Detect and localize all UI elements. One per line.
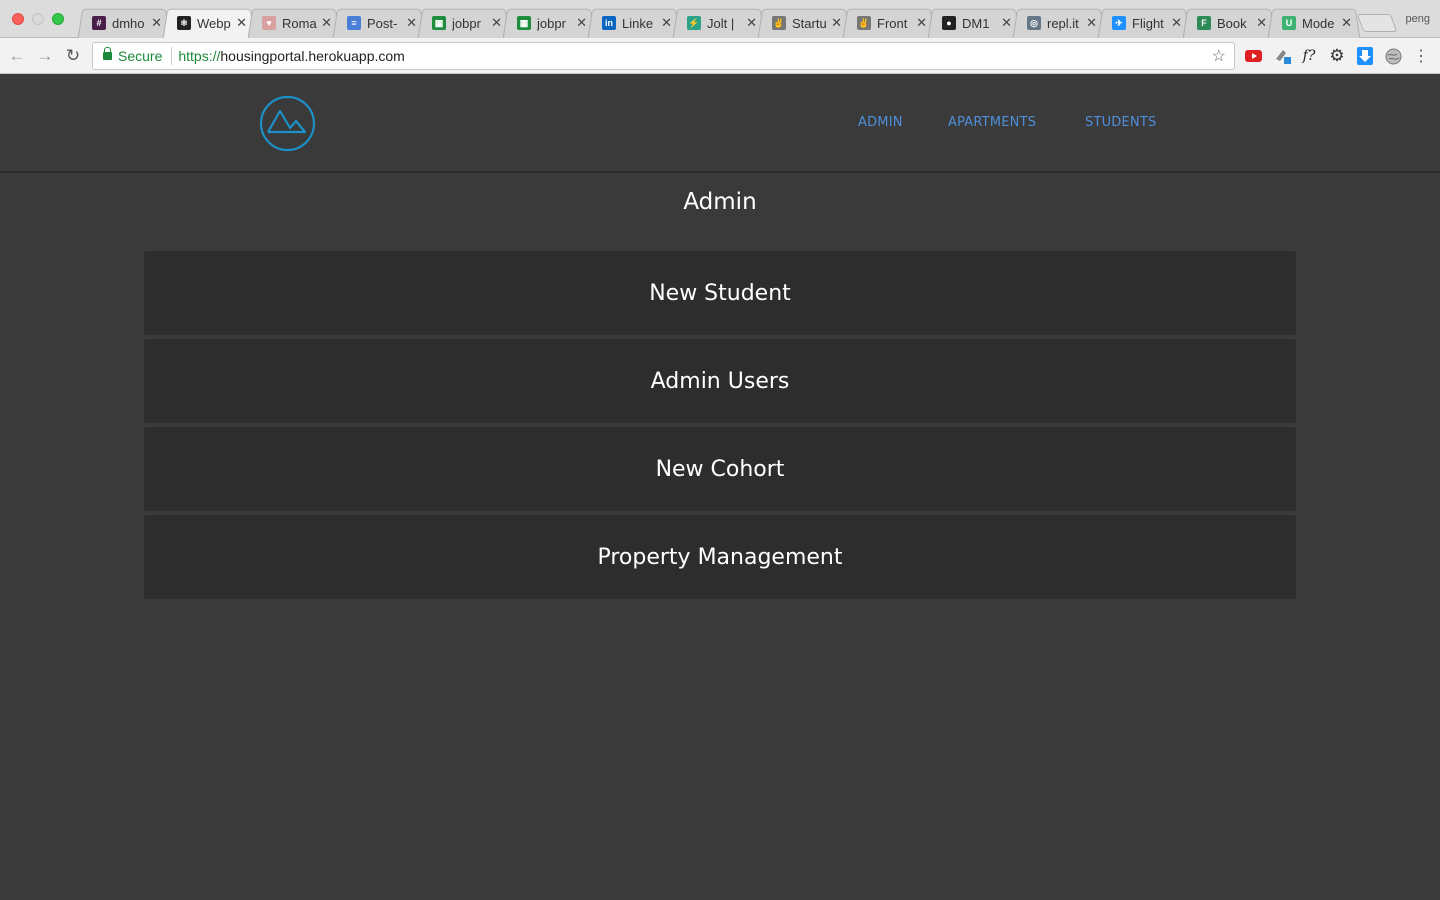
- bookmark-star-icon[interactable]: ☆: [1212, 46, 1226, 66]
- tab-title: Roma: [282, 15, 317, 31]
- tab-title: DM1: [962, 15, 990, 31]
- tab-favicon-icon: ◎: [1027, 16, 1041, 30]
- new-cohort-button[interactable]: New Cohort: [144, 427, 1296, 511]
- secure-label: Secure: [118, 48, 163, 64]
- tab-title: Startu: [792, 15, 827, 31]
- url-scheme: https://: [178, 48, 221, 64]
- tab-favicon-icon: ✈: [1112, 16, 1126, 30]
- browser-tab[interactable]: ◎ repl.it ✕: [1015, 8, 1103, 38]
- address-divider: [171, 47, 173, 65]
- tab-title: jobpr: [452, 15, 481, 31]
- tab-favicon-icon: ▦: [517, 16, 531, 30]
- tab-close-icon[interactable]: ✕: [1086, 15, 1097, 31]
- tab-title: jobpr: [537, 15, 566, 31]
- tab-title: Front: [877, 15, 908, 31]
- tab-title: Jolt |: [707, 15, 735, 31]
- function-extension-icon[interactable]: f?: [1300, 47, 1318, 65]
- address-bar[interactable]: Secure https://housingportal.herokuapp.c…: [92, 42, 1235, 70]
- tab-favicon-icon: ●: [942, 16, 956, 30]
- tab-close-icon[interactable]: ✕: [746, 15, 757, 31]
- tab-close-icon[interactable]: ✕: [1001, 15, 1012, 31]
- tab-title: Post-: [367, 15, 398, 31]
- browser-tab[interactable]: F Book ✕: [1185, 8, 1273, 38]
- tab-close-icon[interactable]: ✕: [831, 15, 842, 31]
- nav-admin[interactable]: ADMIN: [858, 115, 903, 130]
- page-title: Admin: [683, 189, 757, 215]
- browser-tab[interactable]: ✈ Flight ✕: [1100, 8, 1188, 38]
- browser-tab[interactable]: ● DM1 ✕: [930, 8, 1018, 38]
- tab-favicon-icon: F: [1197, 16, 1211, 30]
- youtube-extension-icon[interactable]: [1244, 47, 1262, 65]
- globe-extension-icon[interactable]: [1384, 47, 1402, 65]
- browser-tab[interactable]: ♥ Roma ✕: [250, 8, 338, 38]
- property-management-button[interactable]: Property Management: [144, 515, 1296, 599]
- lock-icon: [103, 47, 112, 60]
- tab-close-icon[interactable]: ✕: [151, 15, 162, 31]
- forward-icon[interactable]: →: [34, 45, 56, 67]
- new-student-button[interactable]: New Student: [144, 251, 1296, 335]
- tab-title: repl.it: [1047, 15, 1079, 31]
- tab-title: Flight: [1132, 15, 1164, 31]
- tab-close-icon[interactable]: ✕: [1171, 15, 1182, 31]
- tab-favicon-icon: ▦: [432, 16, 446, 30]
- menu-kebab-icon[interactable]: ⋮: [1412, 47, 1430, 65]
- tab-title: Linke: [622, 15, 654, 31]
- tab-close-icon[interactable]: ✕: [661, 15, 672, 31]
- browser-tab[interactable]: # dmho ✕: [80, 8, 168, 38]
- tab-favicon-icon: in: [602, 16, 616, 30]
- tab-close-icon[interactable]: ✕: [406, 15, 417, 31]
- browser-tab[interactable]: ✌ Front ✕: [845, 8, 933, 38]
- download-extension-icon[interactable]: [1356, 47, 1374, 65]
- tab-favicon-icon: ✌: [857, 16, 871, 30]
- nav-students[interactable]: STUDENTS: [1085, 115, 1156, 130]
- new-tab-button[interactable]: [1356, 14, 1398, 32]
- mountain-logo-icon[interactable]: [259, 95, 316, 152]
- tab-favicon-icon: ⚡: [687, 16, 701, 30]
- tab-close-icon[interactable]: ✕: [1256, 15, 1267, 31]
- tab-close-icon[interactable]: ✕: [1341, 15, 1352, 31]
- browser-tab[interactable]: ⚛ Webp ✕: [165, 8, 253, 38]
- tab-favicon-icon: #: [92, 16, 106, 30]
- site-header: ADMIN APARTMENTS STUDENTS: [0, 75, 1440, 173]
- tab-favicon-icon: ≡: [347, 16, 361, 30]
- tab-title: dmho: [112, 15, 145, 31]
- reload-icon[interactable]: ↻: [62, 45, 84, 67]
- gear-extension-icon[interactable]: ⚙: [1328, 46, 1346, 65]
- profile-name[interactable]: peng: [1406, 13, 1430, 25]
- browser-tab[interactable]: in Linke ✕: [590, 8, 678, 38]
- admin-users-button[interactable]: Admin Users: [144, 339, 1296, 423]
- browser-tab[interactable]: ⚡ Jolt | ✕: [675, 8, 763, 38]
- browser-tab[interactable]: ≡ Post- ✕: [335, 8, 423, 38]
- browser-tab[interactable]: ▦ jobpr ✕: [505, 8, 593, 38]
- url-host: housingportal.herokuapp.com: [220, 48, 405, 64]
- tab-close-icon[interactable]: ✕: [916, 15, 927, 31]
- tab-title: Book: [1217, 15, 1247, 31]
- tab-favicon-icon: ✌: [772, 16, 786, 30]
- tab-favicon-icon: ♥: [262, 16, 276, 30]
- tab-close-icon[interactable]: ✕: [321, 15, 332, 31]
- back-icon[interactable]: ←: [6, 45, 28, 67]
- tab-favicon-icon: U: [1282, 16, 1296, 30]
- browser-tab[interactable]: ✌ Startu ✕: [760, 8, 848, 38]
- page: ADMIN APARTMENTS STUDENTS Admin New Stud…: [0, 75, 1440, 900]
- browser-tab[interactable]: U Mode ✕: [1270, 8, 1358, 38]
- tab-close-icon[interactable]: ✕: [576, 15, 587, 31]
- tab-close-icon[interactable]: ✕: [491, 15, 502, 31]
- close-window-button[interactable]: [12, 13, 24, 25]
- tab-title: Webp: [197, 15, 231, 31]
- tab-close-icon[interactable]: ✕: [236, 15, 247, 31]
- tab-favicon-icon: ⚛: [177, 16, 191, 30]
- browser-tab-strip: # dmho ✕ ⚛ Webp ✕ ♥ Roma ✕ ≡ Post- ✕ ▦ jobpr ✕ ▦ jobpr ✕ i…: [0, 0, 1440, 38]
- maximize-window-button[interactable]: [52, 13, 64, 25]
- nav-apartments[interactable]: APARTMENTS: [948, 115, 1036, 130]
- minimize-window-button[interactable]: [32, 13, 44, 25]
- browser-toolbar: ← → ↻ Secure https://housingportal.herok…: [0, 38, 1440, 74]
- browser-tab[interactable]: ▦ jobpr ✕: [420, 8, 508, 38]
- extension-puzzle-icon[interactable]: [1274, 47, 1292, 65]
- tab-title: Mode: [1302, 15, 1335, 31]
